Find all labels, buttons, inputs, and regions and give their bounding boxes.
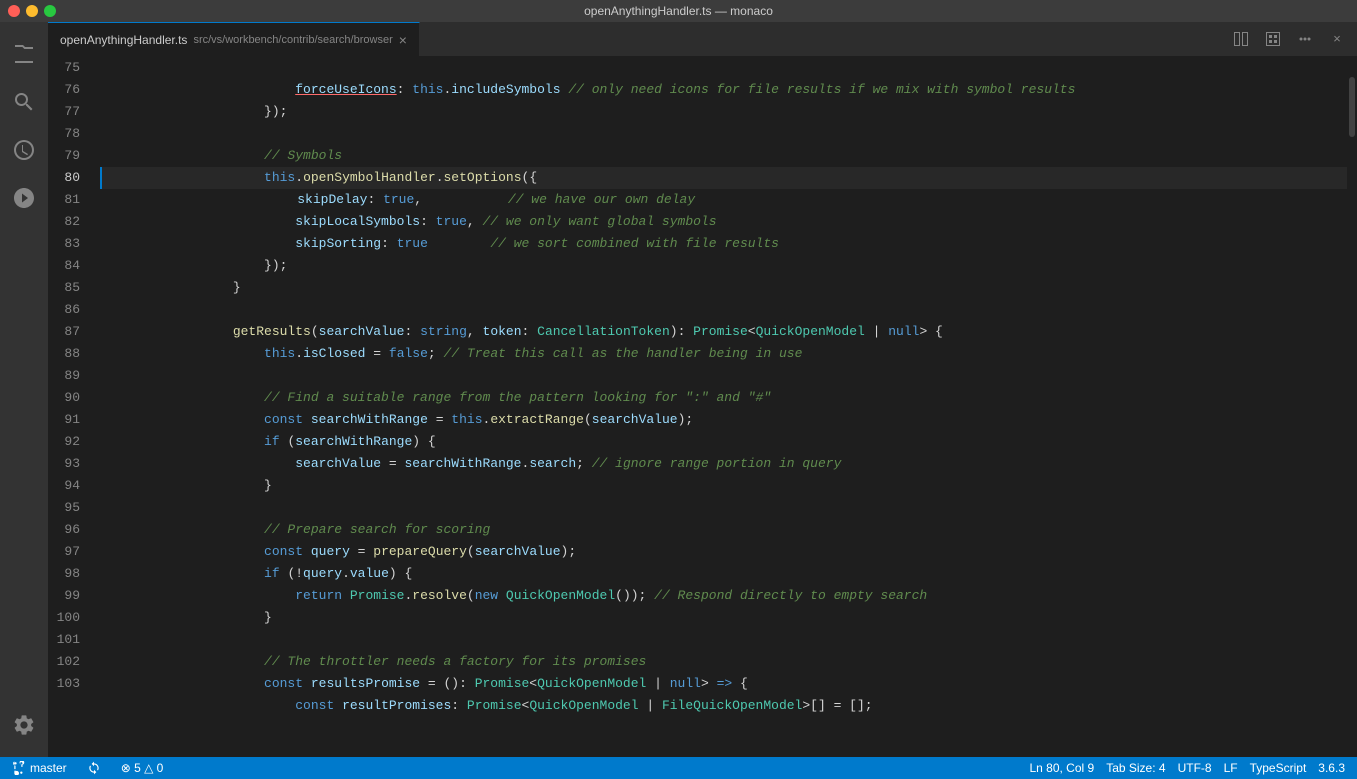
activity-debug[interactable]	[0, 174, 48, 222]
status-right: Ln 80, Col 9 Tab Size: 4 UTF-8 LF TypeSc…	[1025, 761, 1349, 775]
code-line-86: getResults(searchValue: string, token: C…	[100, 299, 1347, 321]
title-bar: openAnythingHandler.ts — monaco	[0, 0, 1357, 22]
files-icon	[12, 42, 36, 66]
line-num-86: 86	[48, 299, 90, 321]
close-editor-button[interactable]: ×	[1323, 25, 1351, 53]
line-num-97: 97	[48, 541, 90, 563]
vertical-scrollbar[interactable]	[1347, 57, 1357, 757]
line-num-98: 98	[48, 563, 90, 585]
more-actions-button[interactable]	[1291, 25, 1319, 53]
code-line-85	[100, 277, 1347, 299]
split-editor-button[interactable]	[1227, 25, 1255, 53]
code-line-78: // Symbols	[100, 123, 1347, 145]
activity-explorer[interactable]	[0, 30, 48, 78]
scrollbar-thumb[interactable]	[1349, 77, 1355, 137]
tab-size: Tab Size: 4	[1106, 761, 1165, 775]
status-version[interactable]: 3.6.3	[1314, 761, 1349, 775]
error-count: ⊗ 5 △ 0	[121, 761, 164, 775]
line-num-85: 85	[48, 277, 90, 299]
tab-close-button[interactable]: ×	[399, 33, 407, 47]
search-icon	[12, 90, 36, 114]
layout-button[interactable]	[1259, 25, 1287, 53]
line-num-79: 79	[48, 145, 90, 167]
line-num-102: 102	[48, 651, 90, 673]
maximize-button[interactable]	[44, 5, 56, 17]
line-num-76: 76	[48, 79, 90, 101]
code-line-100	[100, 607, 1347, 629]
line-num-100: 100	[48, 607, 90, 629]
line-num-99: 99	[48, 585, 90, 607]
code-line-101: // The throttler needs a factory for its…	[100, 629, 1347, 651]
line-num-84: 84	[48, 255, 90, 277]
minimize-button[interactable]	[26, 5, 38, 17]
tab-path: src/vs/workbench/contrib/search/browser	[193, 34, 392, 46]
branch-name: master	[30, 761, 67, 775]
line-num-96: 96	[48, 519, 90, 541]
activity-settings[interactable]	[0, 701, 48, 749]
status-errors[interactable]: ⊗ 5 △ 0	[117, 757, 168, 779]
status-encoding[interactable]: UTF-8	[1174, 761, 1216, 775]
code-lines: forceUseIcons: this.includeSymbols // on…	[100, 57, 1347, 757]
code-content[interactable]: forceUseIcons: this.includeSymbols // on…	[100, 57, 1347, 757]
encoding: UTF-8	[1178, 761, 1212, 775]
line-num-82: 82	[48, 211, 90, 233]
code-line-89: // Find a suitable range from the patter…	[100, 365, 1347, 387]
code-line-94	[100, 475, 1347, 497]
code-line-95: // Prepare search for scoring	[100, 497, 1347, 519]
settings-icon	[12, 713, 36, 737]
version: 3.6.3	[1318, 761, 1345, 775]
code-editor[interactable]: 75 76 77 78 79 80 81 82 83 84 85 86 87 8…	[48, 57, 1357, 757]
activity-git[interactable]	[0, 126, 48, 174]
activity-search[interactable]	[0, 78, 48, 126]
line-num-94: 94	[48, 475, 90, 497]
debug-icon	[12, 186, 36, 210]
window-controls	[8, 5, 56, 17]
line-num-88: 88	[48, 343, 90, 365]
git-branch-icon	[12, 761, 26, 775]
line-num-90: 90	[48, 387, 90, 409]
status-bar: master ⊗ 5 △ 0 Ln 80, Col 9 Tab Size: 4 …	[0, 757, 1357, 779]
line-num-87: 87	[48, 321, 90, 343]
line-numbers: 75 76 77 78 79 80 81 82 83 84 85 86 87 8…	[48, 57, 100, 757]
editor-area: openAnythingHandler.ts src/vs/workbench/…	[48, 22, 1357, 757]
line-num-101: 101	[48, 629, 90, 651]
status-branch[interactable]: master	[8, 757, 71, 779]
tab-filename: openAnythingHandler.ts	[60, 33, 187, 47]
status-tabsize[interactable]: Tab Size: 4	[1102, 761, 1169, 775]
cursor-position: Ln 80, Col 9	[1029, 761, 1094, 775]
status-lineending[interactable]: LF	[1220, 761, 1242, 775]
line-num-78: 78	[48, 123, 90, 145]
line-num-75: 75	[48, 57, 90, 79]
line-num-103: 103	[48, 673, 90, 695]
sync-icon	[87, 761, 101, 775]
tab-bar: openAnythingHandler.ts src/vs/workbench/…	[48, 22, 1357, 57]
status-sync[interactable]	[83, 757, 105, 779]
main-layout: openAnythingHandler.ts src/vs/workbench/…	[0, 22, 1357, 757]
line-num-83: 83	[48, 233, 90, 255]
line-num-89: 89	[48, 365, 90, 387]
git-icon	[12, 138, 36, 162]
tab-actions: ×	[1221, 22, 1357, 56]
line-num-93: 93	[48, 453, 90, 475]
code-line-75: forceUseIcons: this.includeSymbols // on…	[100, 57, 1347, 79]
line-num-92: 92	[48, 431, 90, 453]
close-button[interactable]	[8, 5, 20, 17]
status-position[interactable]: Ln 80, Col 9	[1025, 761, 1098, 775]
activity-bar	[0, 22, 48, 757]
line-num-95: 95	[48, 497, 90, 519]
status-language[interactable]: TypeScript	[1246, 761, 1311, 775]
line-num-80: 80	[48, 167, 90, 189]
window-title: openAnythingHandler.ts — monaco	[584, 4, 773, 18]
line-num-81: 81	[48, 189, 90, 211]
active-tab[interactable]: openAnythingHandler.ts src/vs/workbench/…	[48, 22, 420, 56]
language: TypeScript	[1250, 761, 1307, 775]
line-num-91: 91	[48, 409, 90, 431]
line-ending: LF	[1224, 761, 1238, 775]
line-num-77: 77	[48, 101, 90, 123]
